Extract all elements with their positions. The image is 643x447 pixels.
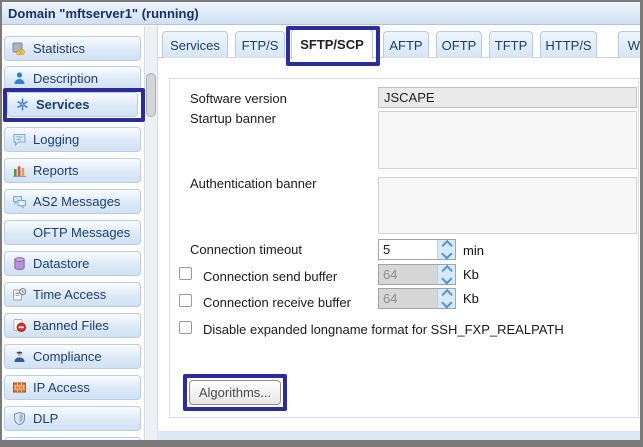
- spinner-arrows[interactable]: [437, 265, 455, 284]
- disable-longname-label: Disable expanded longname format for SSH…: [203, 322, 564, 337]
- startup-banner-textarea[interactable]: [378, 111, 637, 169]
- bar-chart-icon: [12, 163, 27, 178]
- tab-services[interactable]: Services: [162, 31, 228, 58]
- spinner-arrows[interactable]: [437, 289, 455, 308]
- tab-aftp[interactable]: AFTP: [383, 31, 429, 58]
- tab-web[interactable]: Web: [618, 31, 643, 58]
- tab-oftp[interactable]: OFTP: [436, 31, 482, 58]
- connection-receive-buffer-input[interactable]: [379, 289, 437, 308]
- connection-timeout-label: Connection timeout: [190, 242, 302, 257]
- connection-send-buffer-input[interactable]: [379, 265, 437, 284]
- sidebar-item-dlp[interactable]: DLP: [4, 406, 141, 431]
- brick-wall-icon: [12, 380, 27, 395]
- connection-send-buffer-checkbox[interactable]: [179, 267, 192, 280]
- tab-label: SFTP/SCP: [300, 37, 364, 52]
- software-version-label: Software version: [190, 91, 287, 106]
- tab-label: AFTP: [389, 38, 422, 53]
- connection-receive-buffer-unit: Kb: [463, 291, 479, 306]
- sidebar-item-description[interactable]: Description: [4, 66, 141, 91]
- clock-icon: [12, 287, 27, 302]
- banned-icon: [12, 318, 27, 333]
- connection-timeout-unit: min: [463, 243, 484, 258]
- chevron-down-icon[interactable]: [441, 248, 452, 259]
- statistics-icon: [12, 41, 27, 56]
- sidebar-item-datastore[interactable]: Datastore: [4, 251, 141, 276]
- sidebar-item-statistics[interactable]: Statistics: [4, 36, 141, 61]
- sidebar-item-as2-messages[interactable]: AS2 Messages: [4, 189, 141, 214]
- app-window: Domain "mftserver1" (running) Statistics…: [0, 0, 643, 447]
- tab-label: OFTP: [442, 38, 477, 53]
- sidebar-item-label: Compliance: [33, 349, 102, 364]
- sidebar-item-label: Logging: [33, 132, 79, 147]
- algorithms-button[interactable]: Algorithms...: [189, 380, 281, 405]
- spinner-arrows[interactable]: [437, 240, 455, 259]
- sidebar-item-label: Banned Files: [33, 318, 109, 333]
- sidebar-item-services[interactable]: Services: [7, 92, 138, 117]
- sidebar-item-label: Connections: [33, 442, 105, 447]
- connection-send-buffer-spinner: [378, 264, 456, 285]
- sidebar-item-label: Time Access: [33, 287, 106, 302]
- sidebar-item-label: Services: [36, 97, 90, 112]
- sidebar-item-logging[interactable]: Logging: [4, 127, 141, 152]
- tab-label: HTTP/S: [545, 38, 591, 53]
- software-version-input[interactable]: [378, 87, 637, 108]
- sidebar-item-label: OFTP Messages: [33, 225, 130, 240]
- bottom-strip: [157, 431, 643, 440]
- tab-https[interactable]: HTTP/S: [540, 31, 597, 58]
- no-icon: [12, 225, 27, 240]
- sidebar-item-label: DLP: [33, 411, 58, 426]
- authentication-banner-label: Authentication banner: [190, 176, 316, 191]
- sidebar-scrollbar-thumb[interactable]: [146, 73, 156, 117]
- window-titlebar: Domain "mftserver1" (running): [2, 2, 640, 25]
- sidebar-item-label: Reports: [33, 163, 79, 178]
- disable-longname-checkbox[interactable]: [179, 321, 192, 334]
- startup-banner-label: Startup banner: [190, 111, 276, 126]
- chevron-down-icon[interactable]: [441, 297, 452, 308]
- connection-send-buffer-unit: Kb: [463, 267, 479, 282]
- sidebar-item-banned-files[interactable]: Banned Files: [4, 313, 141, 338]
- officer-icon: [12, 349, 27, 364]
- shield-icon: [12, 411, 27, 426]
- sidebar-item-label: AS2 Messages: [33, 194, 120, 209]
- sidebar-item-label: Datastore: [33, 256, 89, 271]
- connection-timeout-input[interactable]: [379, 240, 437, 259]
- connection-receive-buffer-spinner: [378, 288, 456, 309]
- tab-label: Web: [628, 38, 643, 53]
- sidebar-item-ip-access[interactable]: IP Access: [4, 375, 141, 400]
- tab-sftp-scp[interactable]: SFTP/SCP: [291, 29, 373, 59]
- window-title: Domain "mftserver1" (running): [8, 6, 199, 21]
- sidebar-item-oftp-messages[interactable]: OFTP Messages: [4, 220, 141, 245]
- chevron-down-icon[interactable]: [441, 273, 452, 284]
- database-icon: [12, 256, 27, 271]
- tab-label: FTP/S: [242, 38, 279, 53]
- tab-tftp[interactable]: TFTP: [489, 31, 533, 58]
- connections-icon: [12, 442, 27, 447]
- sidebar-item-connections[interactable]: Connections: [4, 437, 141, 447]
- sidebar-item-label: IP Access: [33, 380, 90, 395]
- authentication-banner-textarea[interactable]: [378, 177, 637, 234]
- connection-receive-buffer-checkbox[interactable]: [179, 294, 192, 307]
- connection-send-buffer-label: Connection send buffer: [203, 269, 337, 284]
- person-icon: [12, 71, 27, 86]
- tab-label: Services: [170, 38, 220, 53]
- messages-icon: [12, 194, 27, 209]
- connection-timeout-spinner: [378, 239, 456, 260]
- sidebar-item-label: Statistics: [33, 41, 85, 56]
- tab-label: TFTP: [495, 38, 528, 53]
- connection-receive-buffer-label: Connection receive buffer: [203, 295, 351, 310]
- services-icon: [15, 97, 30, 112]
- sidebar-item-time-access[interactable]: Time Access: [4, 282, 141, 307]
- speech-bubble-icon: [12, 132, 27, 147]
- sidebar-item-label: Description: [33, 71, 98, 86]
- sidebar-item-compliance[interactable]: Compliance: [4, 344, 141, 369]
- tab-ftps[interactable]: FTP/S: [235, 31, 285, 58]
- sidebar-item-reports[interactable]: Reports: [4, 158, 141, 183]
